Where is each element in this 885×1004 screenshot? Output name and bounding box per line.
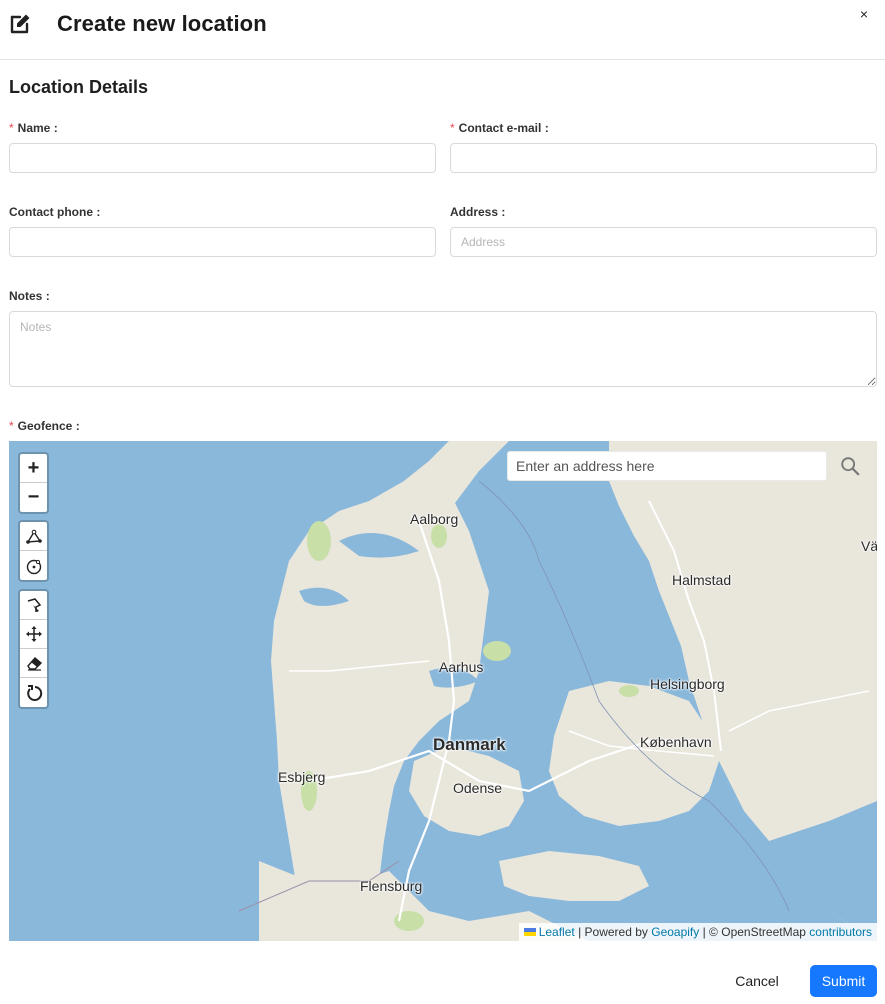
address-label: Address : bbox=[450, 205, 506, 219]
page-title: Create new location bbox=[57, 11, 267, 36]
ukraine-flag-icon bbox=[523, 927, 536, 936]
contributors-link[interactable]: contributors bbox=[809, 925, 872, 939]
eraser-button[interactable] bbox=[20, 649, 47, 678]
rotate-button[interactable] bbox=[20, 678, 47, 707]
close-icon[interactable]: × bbox=[857, 6, 871, 22]
address-input[interactable] bbox=[450, 227, 877, 257]
cut-icon bbox=[27, 598, 41, 612]
draw-circle-icon bbox=[26, 559, 41, 574]
cut-button[interactable] bbox=[20, 591, 47, 620]
name-label: * Name : bbox=[9, 121, 58, 135]
contact-email-label: * Contact e-mail : bbox=[450, 121, 549, 135]
rotate-icon bbox=[26, 684, 42, 701]
edit-icon bbox=[10, 14, 30, 34]
draw-polyline-button[interactable] bbox=[20, 522, 47, 551]
map-label-edge: Vä bbox=[861, 538, 877, 554]
map-search-input[interactable] bbox=[507, 451, 827, 481]
move-icon bbox=[25, 626, 42, 642]
submit-button[interactable]: Submit bbox=[810, 965, 877, 997]
required-mark: * bbox=[9, 419, 14, 433]
zoom-out-button[interactable]: − bbox=[20, 483, 47, 512]
map-label-aarhus: Aarhus bbox=[439, 659, 484, 675]
map-label-denmark: Danmark bbox=[433, 735, 506, 754]
geofence-map[interactable]: Aalborg Halmstad Aarhus Helsingborg Danm… bbox=[9, 441, 877, 941]
leaflet-link[interactable]: Leaflet bbox=[539, 925, 575, 939]
map-label-helsingborg: Helsingborg bbox=[650, 676, 725, 692]
map-label-halmstad: Halmstad bbox=[672, 572, 732, 588]
zoom-control: + − bbox=[18, 452, 49, 514]
geoapify-link[interactable]: Geoapify bbox=[651, 925, 699, 939]
geofence-label: * Geofence : bbox=[9, 419, 80, 433]
required-mark: * bbox=[9, 121, 14, 135]
osm-text: | © OpenStreetMap bbox=[702, 925, 806, 939]
notes-label: Notes : bbox=[9, 289, 50, 303]
map-label-esbjerg: Esbjerg bbox=[278, 769, 326, 785]
contact-phone-label: Contact phone : bbox=[9, 205, 101, 219]
zoom-in-button[interactable]: + bbox=[20, 454, 47, 483]
notes-textarea[interactable] bbox=[9, 311, 877, 387]
name-input[interactable] bbox=[9, 143, 436, 173]
eraser-icon bbox=[26, 657, 42, 671]
draw-toolbar bbox=[18, 520, 49, 582]
move-button[interactable] bbox=[20, 620, 47, 649]
edit-toolbar bbox=[18, 589, 49, 709]
map-label-kobenhavn: København bbox=[640, 734, 712, 750]
map-label-flensburg: Flensburg bbox=[360, 878, 423, 894]
powered-by-text: | Powered by bbox=[578, 925, 648, 939]
contact-phone-input[interactable] bbox=[9, 227, 436, 257]
contact-email-input[interactable] bbox=[450, 143, 877, 173]
section-title: Location Details bbox=[9, 77, 149, 97]
map-attribution: Leaflet | Powered by Geoapify | © OpenSt… bbox=[518, 923, 877, 941]
map-label-odense: Odense bbox=[453, 780, 503, 796]
search-icon[interactable] bbox=[839, 455, 861, 477]
draw-polyline-icon bbox=[25, 529, 42, 544]
draw-circle-button[interactable] bbox=[20, 551, 47, 580]
map-label-aalborg: Aalborg bbox=[410, 511, 459, 527]
cancel-button[interactable]: Cancel bbox=[724, 965, 790, 997]
modal-header: Create new location × bbox=[0, 0, 885, 60]
required-mark: * bbox=[450, 121, 455, 135]
